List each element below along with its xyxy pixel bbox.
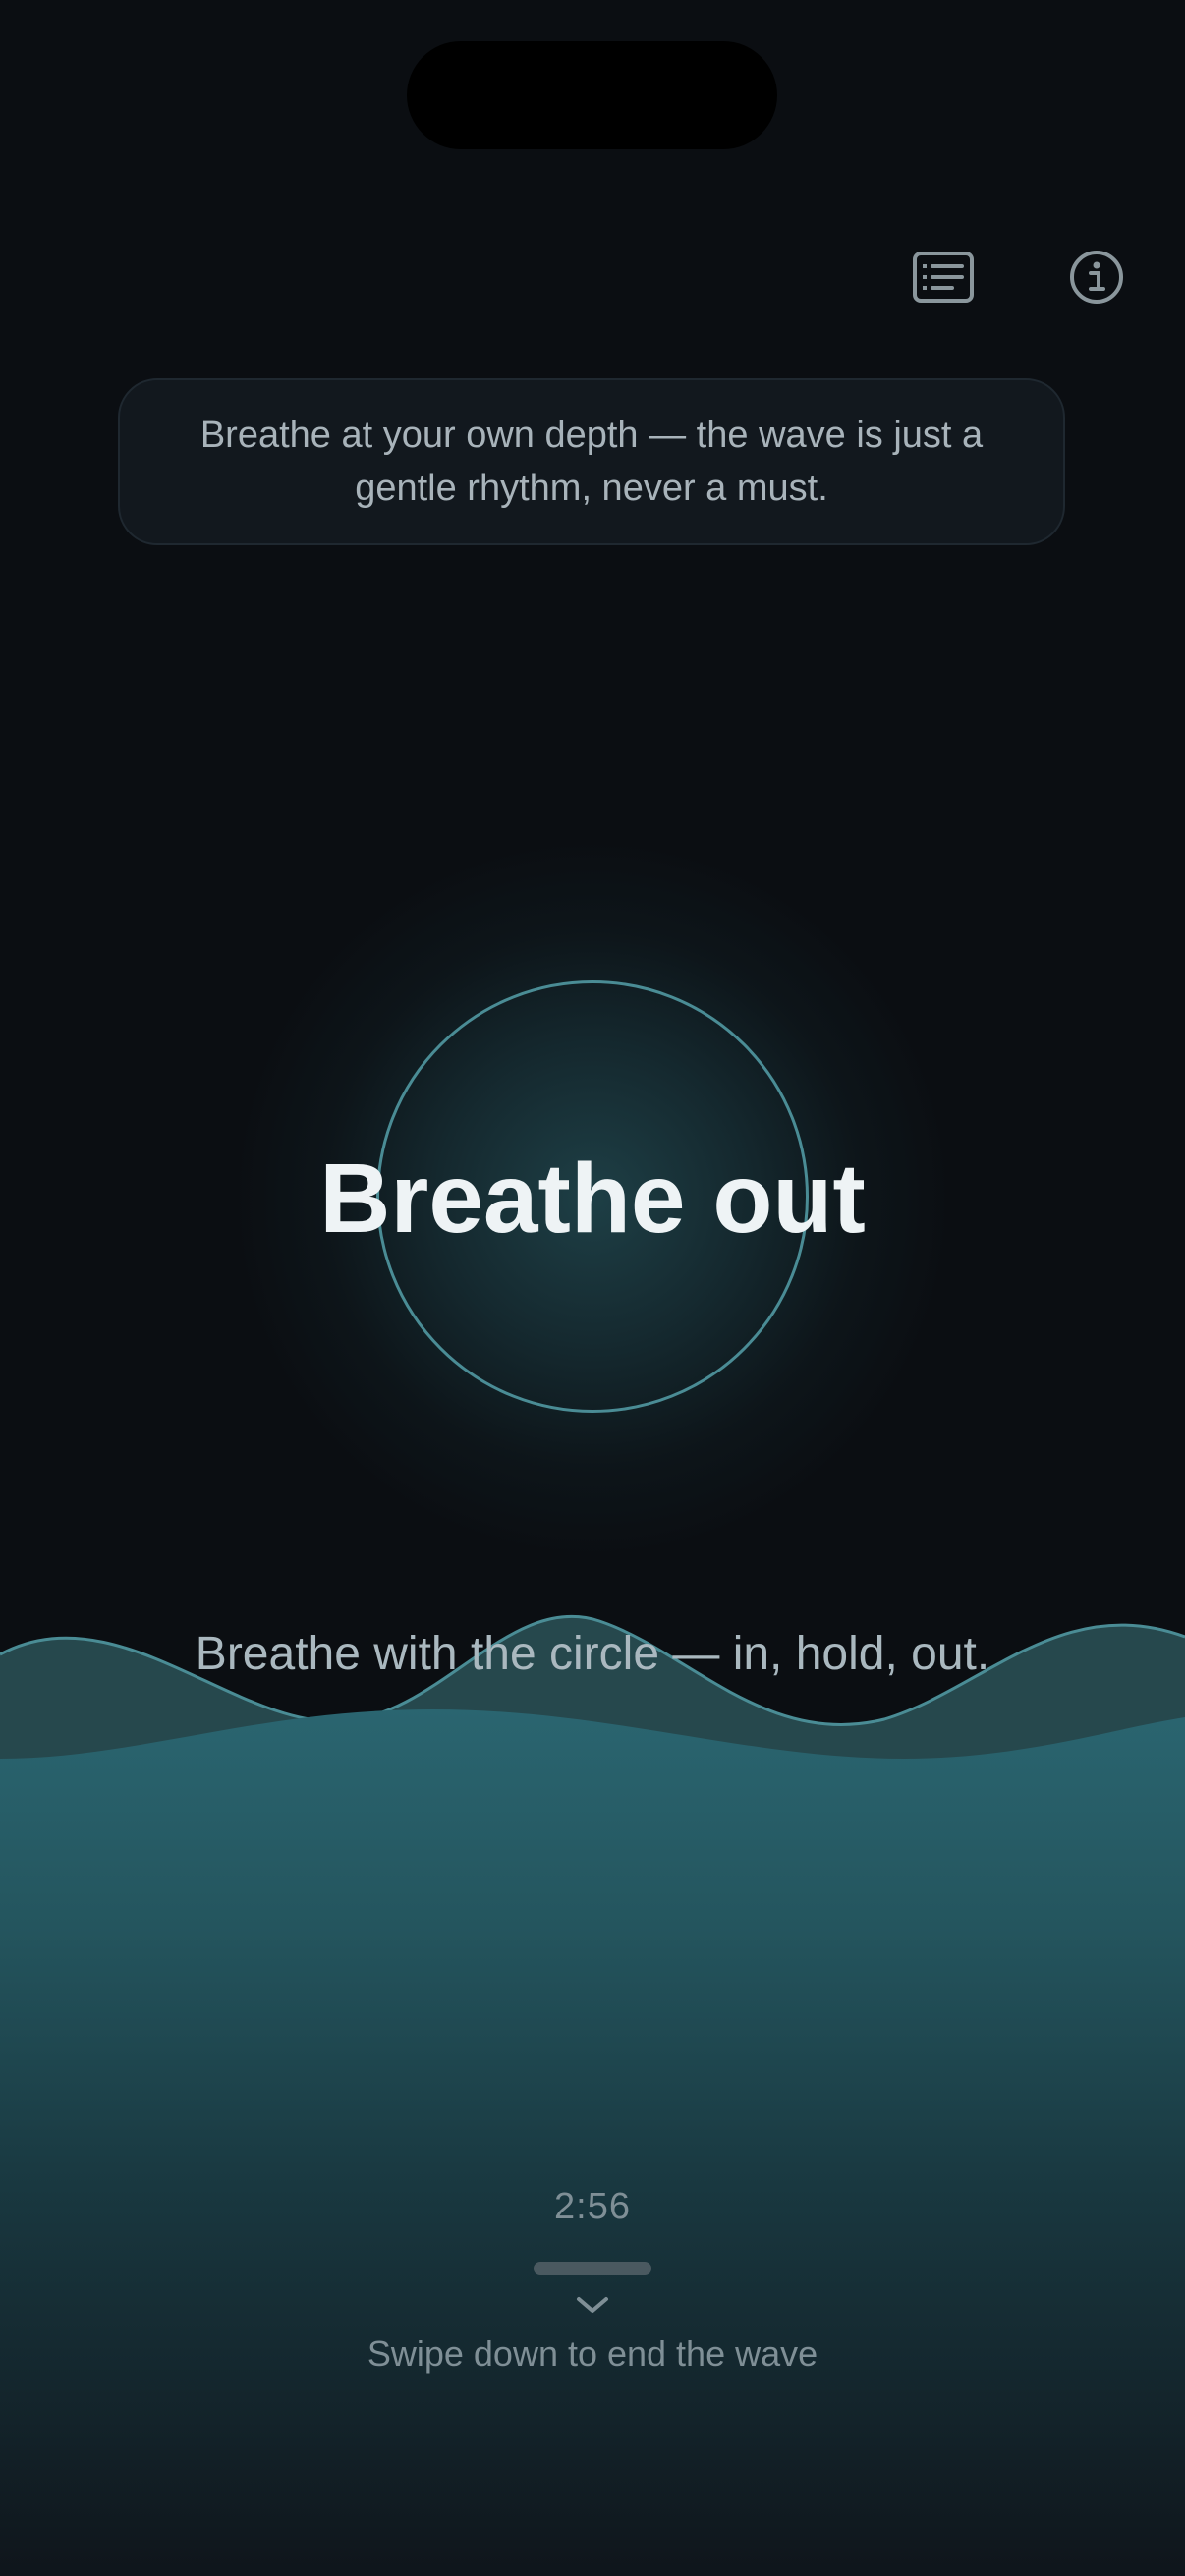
chevron-down-icon	[577, 2297, 608, 2313]
swipe-hint: Swipe down to end the wave	[367, 2333, 818, 2374]
front-wave	[0, 1709, 1185, 2576]
session-timer: 2:56	[554, 2186, 631, 2227]
transcript-button[interactable]	[904, 238, 983, 316]
breath-phase-label: Breathe out	[319, 1144, 866, 1254]
dynamic-island	[407, 41, 777, 149]
transcript-list-icon	[913, 252, 974, 303]
swipe-handle[interactable]	[534, 2262, 651, 2275]
info-button[interactable]	[1057, 238, 1136, 316]
wave-caption: Breathe with the circle — in, hold, out.	[195, 1628, 990, 1680]
breathing-screen: Breathe at your own depth — the wave is …	[0, 0, 1185, 2576]
info-circle-icon	[1070, 251, 1123, 304]
hint-card: Breathe at your own depth — the wave is …	[118, 378, 1065, 545]
wave-graphic	[0, 1614, 1185, 2576]
hint-text: Breathe at your own depth — the wave is …	[199, 415, 984, 509]
